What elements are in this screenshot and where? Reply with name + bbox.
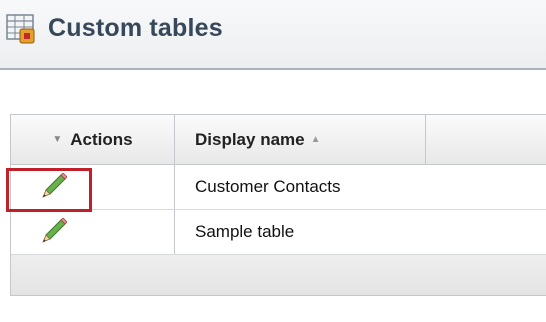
pencil-edit-icon[interactable] <box>41 218 67 244</box>
page-header: Custom tables <box>0 0 546 70</box>
page-title: Custom tables <box>48 14 223 42</box>
row-display-name: Sample table <box>195 222 295 241</box>
column-divider <box>425 115 426 165</box>
row-display-name: Customer Contacts <box>195 177 341 196</box>
table-row[interactable]: Sample table <box>11 210 546 255</box>
column-header-actions-label: Actions <box>70 129 133 149</box>
sort-down-icon[interactable]: ▼ <box>52 134 62 145</box>
column-header-display-name[interactable]: Display name ▲ <box>175 115 425 164</box>
highlight-box <box>6 168 92 212</box>
custom-tables-icon <box>6 14 35 44</box>
sort-up-icon[interactable]: ▲ <box>311 134 321 145</box>
grid-footer <box>11 255 546 295</box>
grid-header-row: ▼ Actions Display name ▲ <box>11 115 546 165</box>
column-header-actions[interactable]: ▼ Actions <box>11 115 174 164</box>
row-actions-cell <box>11 210 174 254</box>
column-header-display-name-label: Display name <box>195 129 305 149</box>
